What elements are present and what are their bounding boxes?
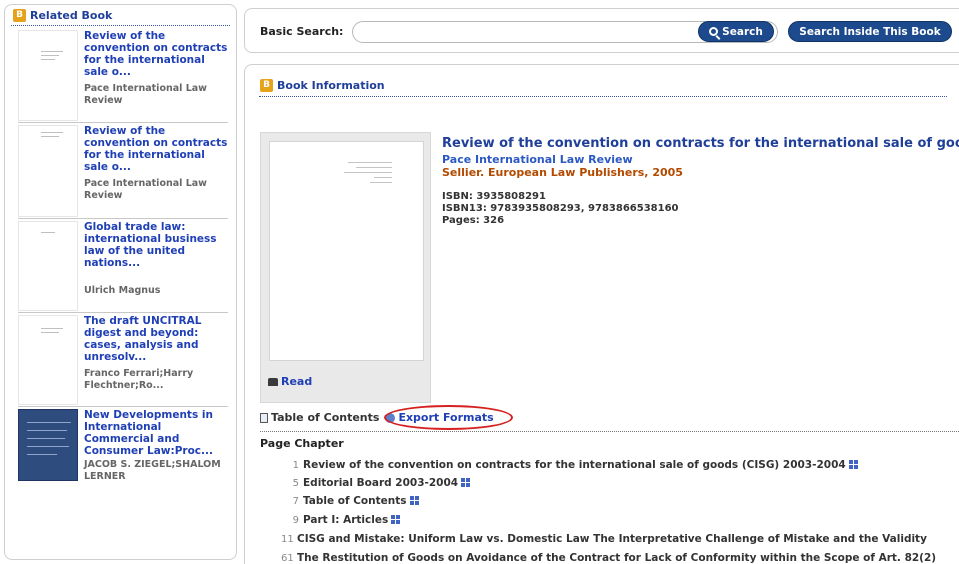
document-icon [260, 412, 268, 423]
chapter-title[interactable]: The Restitution of Goods on Avoidance of… [297, 552, 936, 564]
divider [260, 431, 959, 432]
chapter-row[interactable]: 7 Table of Contents [287, 495, 419, 507]
related-book-title-link[interactable]: Review of the convention on contracts fo… [84, 125, 228, 173]
related-book-author: Pace International Law Review [84, 178, 207, 201]
related-book-list: Review of the convention on contracts fo… [5, 26, 236, 499]
search-button[interactable]: Search [698, 21, 774, 42]
chapter-page: 5 [292, 478, 299, 489]
related-book-item[interactable]: New Developments in International Commer… [18, 407, 228, 499]
book-journal-link[interactable]: Pace International Law Review [442, 153, 633, 166]
chapter-page: 11 [281, 534, 294, 545]
tab-toc-label: Table of Contents [271, 411, 380, 424]
book-information-panel: B Book Information Read Review of the co… [244, 64, 959, 564]
cover-panel: Read [260, 132, 431, 403]
book-title: Review of the convention on contracts fo… [442, 136, 959, 151]
book-thumbnail[interactable] [18, 30, 78, 121]
search-button-label: Search [722, 26, 763, 38]
related-book-item[interactable]: Review of the convention on contracts fo… [18, 123, 228, 219]
search-inside-book-button[interactable]: Search Inside This Book [788, 21, 952, 42]
book-publisher: Sellier. European Law Publishers, 2005 [442, 166, 683, 179]
chapter-row[interactable]: 5 Editorial Board 2003-2004 [287, 477, 471, 489]
search-bar: Basic Search: Search Search Inside This … [244, 8, 959, 53]
book-icon: B [13, 9, 26, 22]
chapter-title[interactable]: Review of the convention on contracts fo… [303, 459, 846, 471]
book-thumbnail[interactable] [18, 409, 78, 481]
chapter-row[interactable]: 9 Part I: Articles [287, 514, 401, 526]
chapter-page: 9 [292, 515, 299, 526]
related-book-title-link[interactable]: Review of the convention on contracts fo… [84, 30, 228, 78]
basic-search-label: Basic Search: [260, 25, 344, 38]
chapter-title[interactable]: CISG and Mistake: Uniform Law vs. Domest… [297, 533, 927, 545]
read-label: Read [281, 375, 313, 388]
related-book-author: Franco Ferrari;Harry Flechtner;Ro... [84, 368, 194, 391]
search-icon [709, 27, 719, 36]
highlight-ring [384, 405, 513, 430]
book-information-header: B Book Information [245, 65, 959, 96]
related-book-title-link[interactable]: Global trade law: international business… [84, 221, 228, 269]
related-book-item[interactable]: Global trade law: international business… [18, 219, 228, 313]
book-isbn13: ISBN13: 9783935808293, 9783866538160 [442, 203, 679, 214]
book-cover[interactable] [269, 141, 424, 361]
book-isbn: ISBN: 3935808291 [442, 191, 546, 202]
related-book-author: Pace International Law Review [84, 83, 207, 106]
chapter-table-header: Page Chapter [260, 437, 344, 450]
related-book-title: Related Book [30, 9, 113, 22]
book-thumbnail[interactable] [18, 221, 78, 311]
related-book-item[interactable]: The draft UNCITRAL digest and beyond: ca… [18, 313, 228, 407]
chapter-title[interactable]: Part I: Articles [303, 514, 388, 526]
read-link[interactable]: Read [268, 375, 312, 388]
grid-icon[interactable] [409, 496, 419, 505]
book-information-title: Book Information [277, 79, 385, 92]
chapter-row[interactable]: 61 The Restitution of Goods on Avoidance … [281, 552, 936, 564]
related-book-title-link[interactable]: The draft UNCITRAL digest and beyond: ca… [84, 315, 228, 363]
chapter-row[interactable]: 1 Review of the convention on contracts f… [287, 459, 858, 471]
related-book-item[interactable]: Review of the convention on contracts fo… [18, 28, 228, 123]
chapter-row[interactable]: 11 CISG and Mistake: Uniform Law vs. Dome… [281, 533, 927, 545]
tab-table-of-contents[interactable]: Table of Contents [260, 411, 379, 424]
grid-icon[interactable] [848, 460, 858, 469]
divider [259, 96, 947, 97]
book-thumbnail[interactable] [18, 125, 78, 217]
read-icon [268, 378, 278, 386]
book-icon: B [260, 79, 273, 92]
book-thumbnail[interactable] [18, 315, 78, 405]
grid-icon[interactable] [461, 478, 471, 487]
chapter-title[interactable]: Table of Contents [303, 495, 407, 507]
related-book-author: JACOB S. ZIEGEL;SHALOM LERNER [84, 459, 221, 482]
related-book-author: Ulrich Magnus [84, 285, 161, 296]
chapter-page: 7 [292, 496, 299, 507]
related-book-header: B Related Book [5, 5, 236, 25]
related-book-panel: B Related Book Review of the convention … [4, 4, 237, 560]
chapter-title[interactable]: Editorial Board 2003-2004 [303, 477, 458, 489]
chapter-page: 1 [292, 460, 299, 471]
book-pages: Pages: 326 [442, 215, 505, 226]
grid-icon[interactable] [391, 515, 401, 524]
chapter-page: 61 [281, 553, 294, 564]
related-book-title-link[interactable]: New Developments in International Commer… [84, 409, 228, 457]
